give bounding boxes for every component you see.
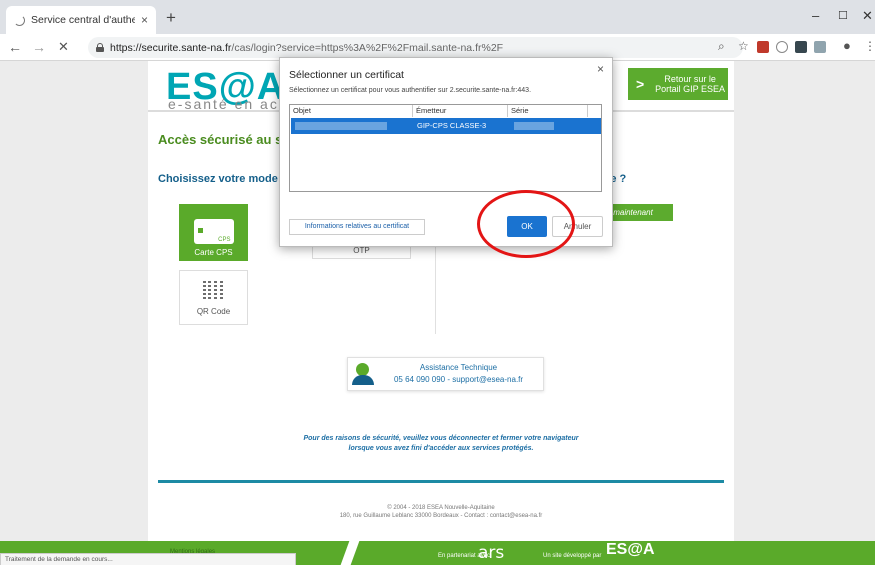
qr-code-option[interactable]: QR Code [179, 270, 248, 325]
assistance-title: Assistance Technique [419, 363, 498, 372]
minimize-button[interactable]: – [812, 8, 819, 23]
dialog-subtitle: Sélectionnez un certificat pour vous aut… [289, 87, 532, 94]
certificate-info-button[interactable]: Informations relatives au certificat [289, 219, 425, 235]
otp-option[interactable]: OTP [312, 246, 411, 259]
loading-spinner-icon [14, 14, 25, 26]
qr-code-label: QR Code [196, 307, 231, 316]
certificate-table: Objet Émetteur Série GIP-CPS CLASSE-3 [289, 104, 602, 192]
column-header-serial: Série [508, 105, 588, 117]
copyright-text: © 2004 - 2018 ESEA Nouvelle-Aquitaine [387, 505, 495, 511]
mode-question: Choisissez votre mode [158, 173, 278, 185]
footer-divider [158, 480, 724, 483]
assistance-contact: 05 64 090 090 - support@esea-na.fr [393, 375, 524, 384]
certificate-issuer-cell: GIP-CPS CLASSE-3 [417, 121, 487, 130]
developer-label: Un site développé par [543, 553, 602, 559]
extension-circle-icon[interactable] [776, 41, 788, 53]
footer-address: © 2004 - 2018 ESEA Nouvelle-Aquitaine 18… [148, 504, 734, 520]
forward-button[interactable]: → [32, 38, 46, 56]
security-notice: Pour des raisons de sécurité, veuillez v… [218, 434, 664, 454]
url-text: https://securite.sante-na.fr/cas/login?s… [110, 41, 504, 54]
column-header-issuer: Émetteur [413, 105, 508, 117]
support-agent-icon [352, 363, 374, 385]
dialog-title: Sélectionner un certificat [289, 69, 404, 81]
cps-card-icon: CPS [193, 219, 234, 244]
maximize-button[interactable]: ☐ [838, 9, 848, 22]
qr-code-icon [202, 279, 225, 301]
certificate-object-cell [291, 118, 413, 134]
security-notice-line1: Pour des raisons de sécurité, veuillez v… [303, 435, 579, 442]
extension-pdf-icon[interactable] [757, 41, 769, 53]
cps-card-option[interactable]: CPS Carte CPS [179, 204, 248, 261]
certificate-serial-cell [508, 118, 598, 134]
browser-status-bar: Traitement de la demande en cours... [0, 553, 296, 565]
extension-dark-icon[interactable] [795, 41, 807, 53]
technical-assistance-box[interactable]: Assistance Technique 05 64 090 090 - sup… [347, 357, 544, 391]
menu-icon[interactable]: ⋮ [864, 39, 875, 53]
ars-logo: ars [478, 543, 505, 563]
tab-title: Service central d'authentification [31, 14, 135, 26]
bookmark-star-icon[interactable]: ☆ [738, 39, 749, 53]
chevron-right-icon: > [636, 76, 645, 92]
close-window-button[interactable]: ✕ [862, 8, 873, 24]
extension-grid-icon[interactable] [814, 41, 826, 53]
address-text: 180, rue Guillaume Leblanc 33000 Bordeau… [339, 513, 543, 519]
cps-card-label: Carte CPS [194, 248, 233, 257]
new-tab-button[interactable]: + [166, 9, 176, 26]
page-title: Accès sécurisé au se [158, 132, 290, 147]
tab-strip: Service central d'authentification × + –… [0, 0, 875, 34]
column-header-object: Objet [290, 105, 413, 117]
close-tab-icon[interactable]: × [141, 13, 148, 27]
lock-icon [96, 43, 104, 52]
security-notice-line2: lorsque vous avez fini d'accéder aux ser… [348, 445, 534, 452]
back-button[interactable]: ← [8, 38, 22, 56]
certificate-row-selected[interactable]: GIP-CPS CLASSE-3 [291, 118, 601, 134]
return-portal-label: Retour sur le Portail GIP ESEA [655, 74, 726, 94]
address-bar[interactable]: https://securite.sante-na.fr/cas/login?s… [88, 37, 743, 58]
assistance-text: Assistance Technique 05 64 090 090 - sup… [374, 362, 543, 386]
dialog-close-icon[interactable]: × [597, 62, 604, 76]
esea-footer-logo: ES@A [606, 541, 655, 558]
stop-button[interactable]: ✕ [58, 38, 69, 56]
return-portal-button[interactable]: > Retour sur le Portail GIP ESEA [628, 68, 728, 100]
highlight-circle [477, 190, 575, 258]
account-icon[interactable]: ● [843, 39, 851, 53]
zoom-icon[interactable]: ⌕ [718, 39, 725, 53]
browser-tab[interactable]: Service central d'authentification × [6, 6, 156, 34]
